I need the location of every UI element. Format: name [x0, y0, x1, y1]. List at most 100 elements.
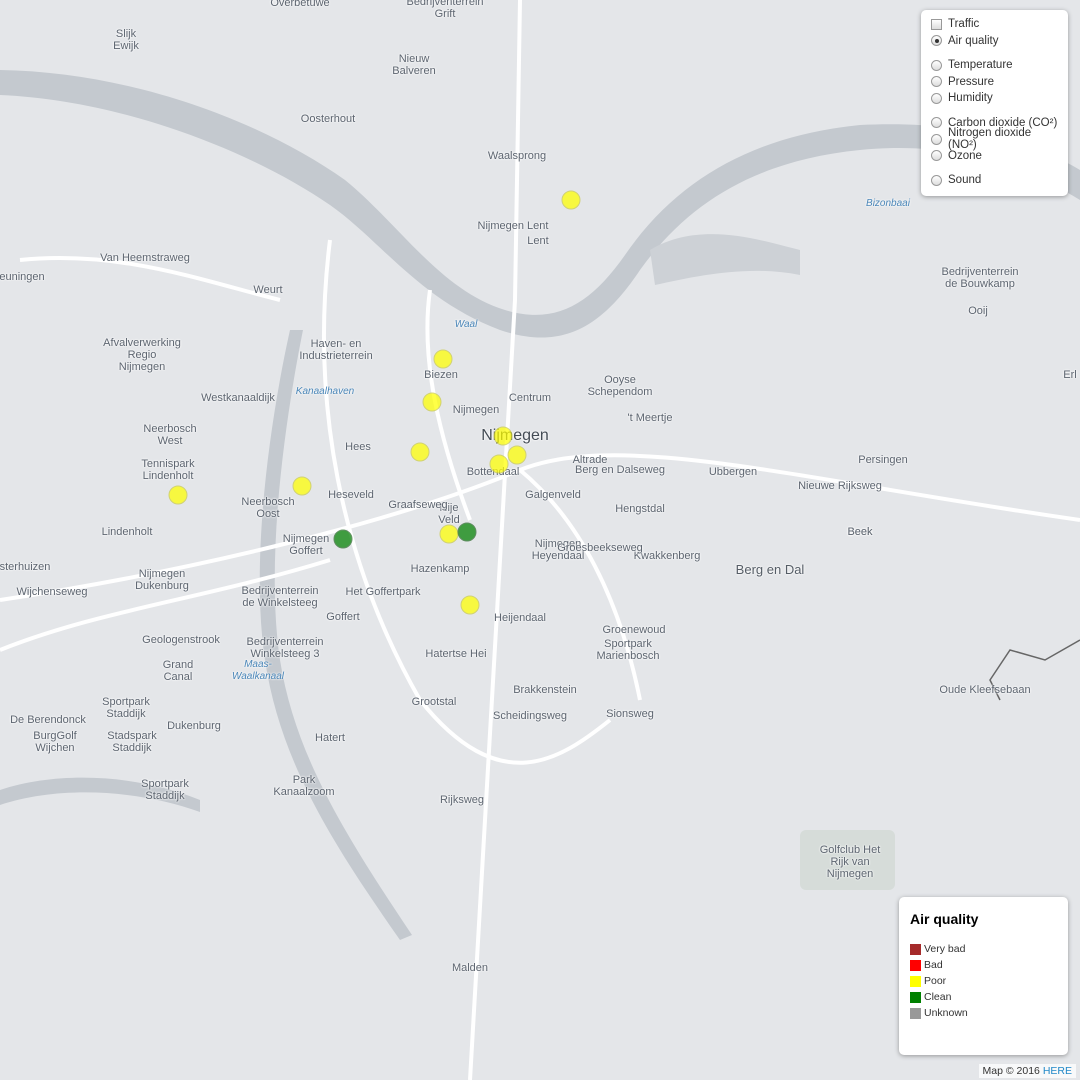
radio-button[interactable] — [931, 35, 942, 47]
checkbox[interactable] — [931, 18, 942, 30]
layer-option-pressure[interactable]: Pressure — [931, 74, 1058, 91]
option-label: Temperature — [948, 59, 1013, 72]
legend-swatch — [910, 991, 921, 1003]
map-label: Heijendaal — [494, 612, 546, 624]
map-label: Persingen — [858, 454, 908, 466]
legend-title: Air quality — [910, 911, 979, 927]
map-label: Hees — [345, 441, 371, 453]
legend-item: Unknown — [910, 1005, 1057, 1021]
map-label: Erl — [1063, 369, 1077, 381]
map-label: De Berendonck — [10, 714, 86, 726]
sensor-marker-poor[interactable] — [439, 524, 459, 544]
map-label: Bedrijventerrein de Bouwkamp — [941, 266, 1019, 290]
legend-label: Clean — [924, 991, 952, 1003]
map-label: Golfclub Het Rijk van Nijmegen — [819, 844, 881, 880]
map-label: Scheidingsweg — [493, 710, 567, 722]
map-label: Hatertse Hei — [425, 648, 487, 660]
map-label: Bizonbaai — [866, 198, 910, 209]
map-label: Ubbergen — [708, 466, 758, 478]
map-label: Overbetuwe — [270, 0, 330, 9]
radio-button[interactable] — [931, 150, 942, 162]
sensor-marker-clean[interactable] — [333, 529, 353, 549]
option-label: Sound — [948, 174, 982, 187]
option-label: Traffic — [948, 18, 980, 31]
map-label: Oude Kleefsebaan — [939, 684, 1031, 696]
map-label: Groenewoud — [602, 624, 666, 636]
map-label: Lindenholt — [101, 526, 153, 538]
map-label: Lent — [527, 235, 549, 247]
option-label: Pressure — [948, 75, 995, 88]
legend-label: Unknown — [924, 1007, 968, 1019]
legend-label: Very bad — [924, 943, 966, 955]
map-label: Ooyse Schependom — [587, 374, 653, 398]
map-label: Nijmegen Dukenburg — [135, 568, 189, 592]
map-label: Hengstdal — [615, 503, 665, 515]
layer-option-air[interactable]: Air quality — [931, 33, 1058, 50]
legend-item: Very bad — [910, 941, 1057, 957]
sensor-marker-clean[interactable] — [457, 522, 477, 542]
radio-button[interactable] — [931, 59, 942, 71]
sensor-marker-poor[interactable] — [561, 190, 581, 210]
sensor-marker-poor[interactable] — [493, 426, 513, 446]
layer-option-humidity[interactable]: Humidity — [931, 90, 1058, 107]
legend-item: Clean — [910, 989, 1057, 1005]
map-label: Hazenkamp — [410, 563, 470, 575]
map-label: Bedrijventerrein Winkelsteeg 3 — [246, 636, 324, 660]
radio-button[interactable] — [931, 174, 942, 186]
map-label: Bedrijventerrein Grift — [406, 0, 484, 20]
map-label: Biezen — [424, 369, 458, 381]
radio-button[interactable] — [931, 133, 942, 145]
sensor-marker-poor[interactable] — [489, 454, 509, 474]
sensor-marker-poor[interactable] — [168, 485, 188, 505]
radio-button[interactable] — [931, 117, 942, 129]
radio-button[interactable] — [931, 92, 942, 104]
layer-option-nitrogen[interactable]: Nitrogen dioxide (NO²) — [931, 127, 1058, 151]
layer-option-traffic[interactable]: Traffic — [931, 16, 1058, 33]
legend-panel: Air quality Very bad Bad Poor Clean Unknown — [899, 897, 1068, 1055]
map-label: Sportpark Marienbosch — [596, 638, 660, 662]
map-label: Nieuw Balveren — [392, 53, 436, 77]
map-label: Graafseweg — [388, 499, 448, 511]
radio-button[interactable] — [931, 76, 942, 88]
here-link[interactable]: HERE — [1043, 1065, 1072, 1077]
map-label: Westkanaaldijk — [201, 392, 275, 404]
sensor-marker-poor[interactable] — [433, 349, 453, 369]
legend-swatch — [910, 1007, 921, 1019]
map-label: Tennispark Lindenholt — [141, 458, 195, 482]
map-label: Dukenburg — [167, 720, 221, 732]
map-label: Nijmegen — [452, 404, 500, 416]
option-label: Ozone — [948, 149, 982, 162]
map-label: Slijk Ewijk — [113, 28, 139, 52]
map-label: Hatert — [315, 732, 345, 744]
map-label: Centrum — [508, 392, 552, 404]
layer-option-sound[interactable]: Sound — [931, 172, 1058, 189]
option-label: Humidity — [948, 92, 993, 105]
sensor-marker-poor[interactable] — [460, 595, 480, 615]
sensor-marker-poor[interactable] — [410, 442, 430, 462]
map-label: Nijmegen Lent — [477, 220, 549, 232]
layer-option-temperature[interactable]: Temperature — [931, 57, 1058, 74]
sensor-marker-poor[interactable] — [422, 392, 442, 412]
map-label: Waal — [454, 319, 478, 330]
map-label: 't Meertje — [627, 412, 673, 424]
map-label: Stadspark Staddijk — [107, 730, 157, 754]
map-label: Kwakkenberg — [633, 550, 701, 562]
map-label: Sportpark Staddijk — [141, 778, 189, 802]
map-label: Nieuwe Rijksweg — [798, 480, 882, 492]
map-label: Goffert — [326, 611, 360, 623]
map-label: Oosterhout — [300, 113, 356, 125]
sensor-marker-poor[interactable] — [507, 445, 527, 465]
option-label: Air quality — [948, 34, 999, 47]
legend-item: Poor — [910, 973, 1057, 989]
legend-swatch — [910, 959, 921, 971]
map-label: BurgGolf Wijchen — [33, 730, 77, 754]
map-label: Groesbeekseweg — [557, 542, 643, 554]
map-label: Park Kanaalzoom — [273, 774, 335, 798]
attribution: Map © 2016 HERE — [978, 1064, 1076, 1078]
map-label: Berg en Dalseweg — [575, 464, 665, 476]
map-label: euningen — [0, 271, 45, 283]
layer-control: Traffic Air quality Temperature Pressure Hum… — [921, 10, 1068, 196]
map-label: Grootstal — [411, 696, 457, 708]
map-label: Beek — [847, 526, 873, 538]
sensor-marker-poor[interactable] — [292, 476, 312, 496]
